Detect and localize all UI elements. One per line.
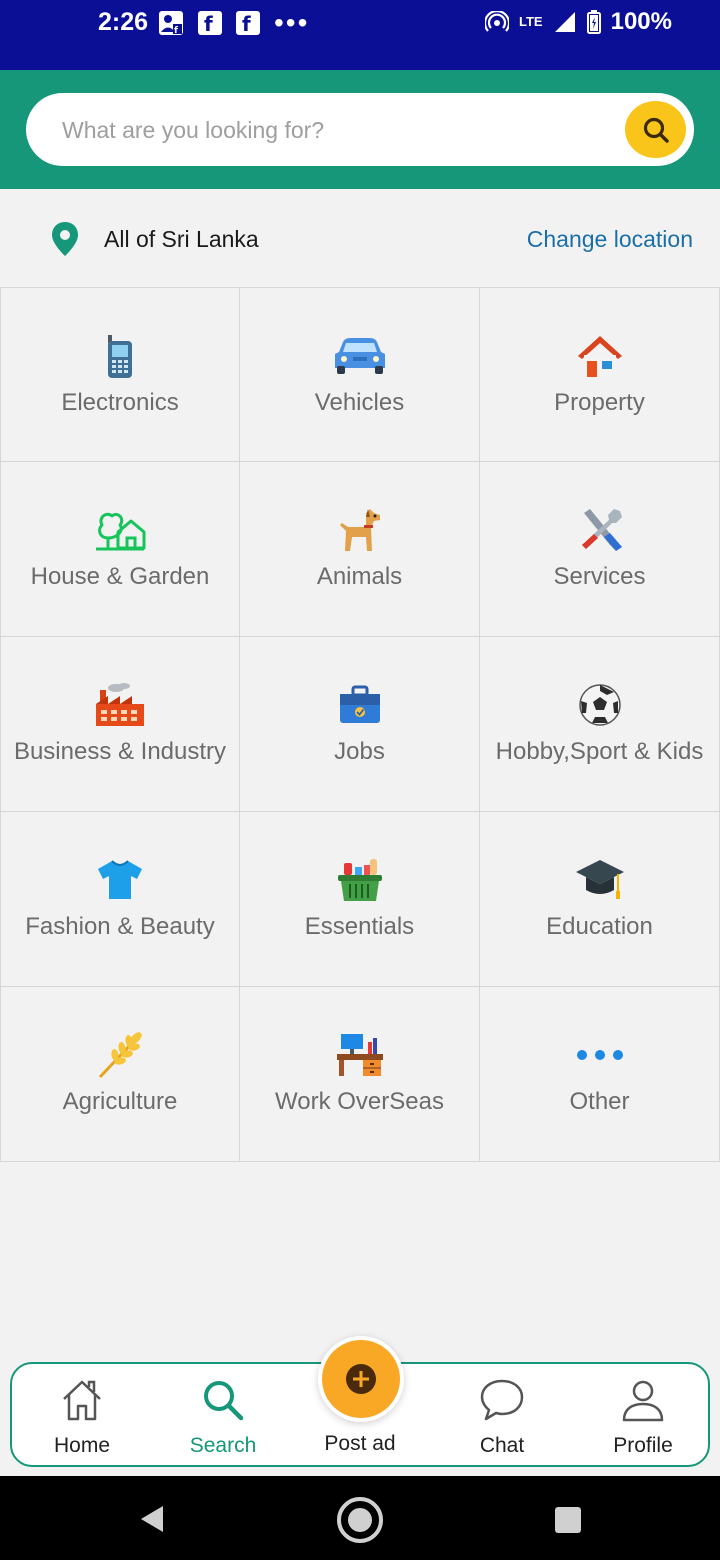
category-label: Fashion & Beauty xyxy=(25,913,215,940)
more-notifications-icon: ••• xyxy=(274,7,310,38)
category-label: Hobby,Sport & Kids xyxy=(495,738,704,765)
post-ad-button[interactable] xyxy=(318,1336,404,1422)
status-time: 2:26 xyxy=(98,8,149,36)
briefcase-icon xyxy=(339,685,380,723)
account-notification-icon: f xyxy=(159,11,183,36)
category-label: Essentials xyxy=(304,913,415,940)
status-right: LTE 100% xyxy=(485,8,672,36)
category-label: Property xyxy=(554,389,645,416)
status-bar: 2:26 f f f ••• LTE 100% xyxy=(0,0,720,70)
category-label: Education xyxy=(546,913,653,940)
category-label: Jobs xyxy=(334,738,385,765)
facebook-icon: f xyxy=(198,11,222,36)
chat-icon xyxy=(480,1379,524,1421)
header xyxy=(0,70,720,189)
category-fashion-beauty[interactable]: Fashion & Beauty xyxy=(0,812,240,987)
factory-icon xyxy=(96,683,144,726)
nav-profile[interactable]: Profile xyxy=(583,1372,703,1458)
search-bar[interactable] xyxy=(26,93,694,166)
car-icon xyxy=(334,338,385,374)
category-label: House & Garden xyxy=(30,563,210,590)
category-label: Vehicles xyxy=(314,389,405,416)
category-property[interactable]: Property xyxy=(480,287,720,462)
nav-home[interactable]: Home xyxy=(22,1372,142,1458)
home-circle-icon[interactable] xyxy=(336,1496,384,1544)
category-label: Agriculture xyxy=(62,1088,178,1115)
category-education[interactable]: Education xyxy=(480,812,720,987)
nav-post-label[interactable]: Post ad xyxy=(300,1432,420,1456)
category-label: Work OverSeas xyxy=(275,1088,444,1115)
battery-icon xyxy=(586,10,601,34)
category-label: Electronics xyxy=(61,389,179,416)
notification-icons: f f f ••• xyxy=(158,7,310,38)
facebook-icon: f xyxy=(236,11,260,36)
svg-text:f: f xyxy=(174,26,178,36)
home-icon xyxy=(63,1380,101,1421)
change-location-link[interactable]: Change location xyxy=(527,226,693,253)
soccer-ball-icon xyxy=(578,684,621,726)
graduation-cap-icon xyxy=(575,860,624,899)
category-label: Services xyxy=(553,563,646,590)
dots-icon xyxy=(576,1050,623,1060)
hotspot-icon xyxy=(485,11,510,32)
category-label: Animals xyxy=(316,563,403,590)
current-location: All of Sri Lanka xyxy=(104,226,259,252)
system-nav-bar xyxy=(0,1476,720,1560)
category-services[interactable]: Services xyxy=(480,462,720,637)
category-electronics[interactable]: Electronics xyxy=(0,287,240,462)
nav-search[interactable]: Search xyxy=(163,1372,283,1458)
profile-icon xyxy=(622,1380,664,1422)
location-pin-icon xyxy=(52,222,78,256)
category-agriculture[interactable]: Agriculture xyxy=(0,987,240,1162)
category-essentials[interactable]: Essentials xyxy=(240,812,480,987)
category-jobs[interactable]: Jobs xyxy=(240,637,480,812)
wheat-icon xyxy=(98,1032,142,1079)
back-icon[interactable] xyxy=(138,1504,166,1534)
network-type: LTE xyxy=(519,14,543,29)
house-garden-icon xyxy=(96,512,146,551)
category-grid: Electronics Vehicles Property House & Ga… xyxy=(0,287,720,1162)
category-hobby-sport-kids[interactable]: Hobby,Sport & Kids xyxy=(480,637,720,812)
basket-icon xyxy=(337,859,382,901)
category-business-industry[interactable]: Business & Industry xyxy=(0,637,240,812)
search-button[interactable] xyxy=(625,101,686,158)
nav-chat[interactable]: Chat xyxy=(442,1372,562,1458)
nav-search-label: Search xyxy=(189,1434,257,1457)
nav-home-label: Home xyxy=(53,1434,111,1457)
signal-icon xyxy=(554,12,575,32)
category-house-garden[interactable]: House & Garden xyxy=(0,462,240,637)
search-input[interactable] xyxy=(62,111,602,149)
category-work-overseas[interactable]: Work OverSeas xyxy=(240,987,480,1162)
location-row: All of Sri Lanka Change location xyxy=(0,189,720,287)
dog-icon xyxy=(339,509,380,551)
battery-level: 100% xyxy=(610,8,672,35)
house-icon xyxy=(577,336,622,377)
category-vehicles[interactable]: Vehicles xyxy=(240,287,480,462)
recents-icon[interactable] xyxy=(554,1506,582,1534)
mobile-phone-icon xyxy=(108,335,132,378)
plus-circle-icon xyxy=(346,1364,376,1394)
search-icon xyxy=(643,117,669,143)
category-label: Other xyxy=(569,1088,630,1115)
category-label: Business & Industry xyxy=(13,738,227,765)
nav-profile-label: Profile xyxy=(613,1434,673,1457)
tshirt-icon xyxy=(98,860,142,899)
search-icon xyxy=(204,1381,244,1421)
tools-icon xyxy=(581,509,622,551)
category-other[interactable]: Other xyxy=(480,987,720,1162)
desk-icon xyxy=(336,1034,383,1076)
nav-chat-label: Chat xyxy=(479,1434,525,1457)
category-animals[interactable]: Animals xyxy=(240,462,480,637)
